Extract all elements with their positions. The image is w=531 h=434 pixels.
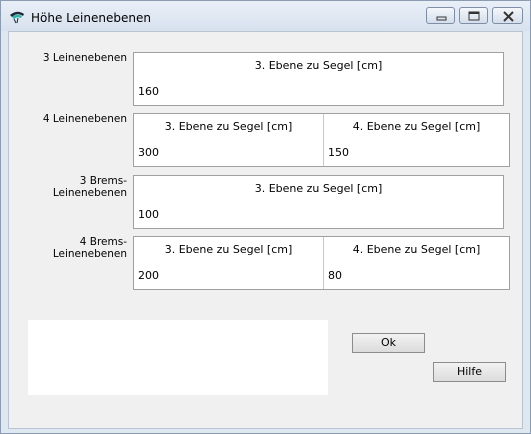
group-3-brems-leinenebenen: 3. Ebene zu Segel [cm] 100: [133, 175, 504, 229]
field-header: 3. Ebene zu Segel [cm]: [254, 59, 383, 72]
paraglider-app-icon: [10, 11, 24, 24]
maximize-button[interactable]: [459, 7, 488, 24]
row-label-3-leinenebenen: 3 Leinenebenen: [42, 52, 127, 64]
field-header: 3. Ebene zu Segel [cm]: [164, 243, 293, 256]
field-header: 4. Ebene zu Segel [cm]: [352, 120, 481, 133]
field-value[interactable]: 300: [138, 146, 159, 159]
minimize-icon: [436, 16, 447, 21]
group-4-brems-leinenebenen: 3. Ebene zu Segel [cm] 200 4. Ebene zu S…: [133, 236, 510, 290]
title-bar[interactable]: Höhe Leinenebenen: [1, 1, 530, 31]
group-3-leinenebenen: 3. Ebene zu Segel [cm] 160: [133, 52, 504, 106]
field-4-ebene-zu-segel[interactable]: 4. Ebene zu Segel [cm] 80: [323, 237, 509, 289]
field-value[interactable]: 80: [328, 269, 342, 282]
field-value[interactable]: 200: [138, 269, 159, 282]
minimize-button[interactable]: [426, 7, 455, 24]
help-button[interactable]: Hilfe: [433, 362, 506, 382]
field-3-ebene-zu-segel[interactable]: 3. Ebene zu Segel [cm] 160: [134, 53, 503, 105]
field-header: 3. Ebene zu Segel [cm]: [254, 182, 383, 195]
field-3-ebene-zu-segel[interactable]: 3. Ebene zu Segel [cm] 100: [134, 176, 503, 228]
close-button[interactable]: [492, 7, 523, 24]
field-header: 4. Ebene zu Segel [cm]: [352, 243, 481, 256]
maximize-icon: [468, 11, 480, 21]
ok-button[interactable]: Ok: [352, 333, 425, 353]
field-value[interactable]: 150: [328, 146, 349, 159]
field-4-ebene-zu-segel[interactable]: 4. Ebene zu Segel [cm] 150: [323, 114, 509, 166]
row-label-4-leinenebenen: 4 Leinenebenen: [42, 113, 127, 125]
window-title: Höhe Leinenebenen: [31, 11, 151, 25]
dialog-client-area: 3 Leinenebenen 3. Ebene zu Segel [cm] 16…: [8, 31, 523, 429]
row-label-3-brems-leinenebenen: 3 Brems-Leinenebenen: [52, 175, 127, 199]
field-3-ebene-zu-segel[interactable]: 3. Ebene zu Segel [cm] 200: [134, 237, 323, 289]
field-3-ebene-zu-segel[interactable]: 3. Ebene zu Segel [cm] 300: [134, 114, 323, 166]
message-area: [28, 320, 328, 395]
field-value[interactable]: 160: [138, 85, 159, 98]
row-label-4-brems-leinenebenen: 4 Brems-Leinenebenen: [52, 236, 127, 260]
dialog-window: Höhe Leinenebenen 3 Leinenebenen 3. Eben…: [0, 0, 531, 434]
field-value[interactable]: 100: [138, 208, 159, 221]
close-icon: [503, 11, 514, 22]
group-4-leinenebenen: 3. Ebene zu Segel [cm] 300 4. Ebene zu S…: [133, 113, 510, 167]
field-header: 3. Ebene zu Segel [cm]: [164, 120, 293, 133]
